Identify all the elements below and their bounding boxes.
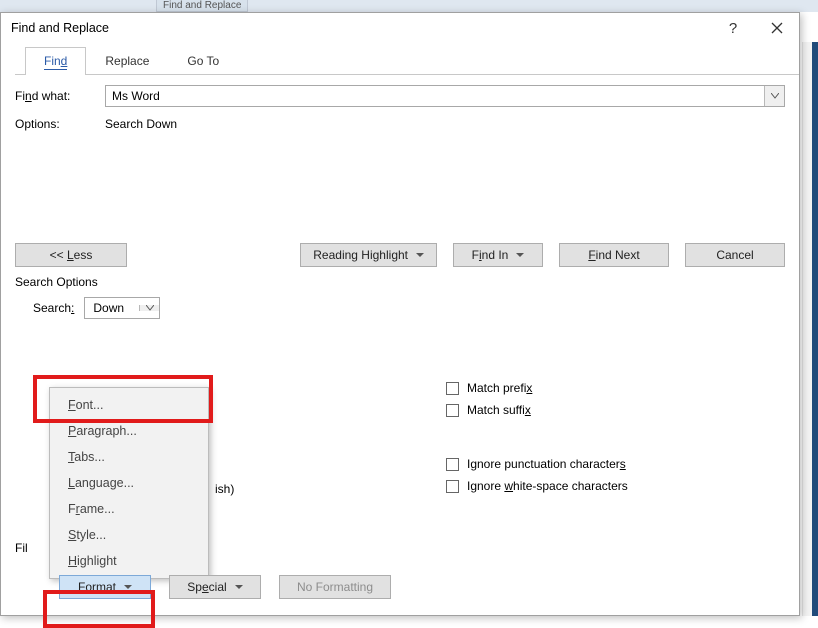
format-menu-frame[interactable]: Frame... (50, 496, 208, 522)
special-button[interactable]: Special (169, 575, 261, 599)
reading-highlight-button[interactable]: Reading Highlight (300, 243, 437, 267)
find-replace-dialog: Find and Replace ? Find Replace Go To Fi… (0, 12, 800, 616)
find-next-button[interactable]: Find Next (559, 243, 669, 267)
close-icon (771, 22, 783, 34)
match-suffix-label: Match suffix (467, 403, 531, 417)
caret-down-icon (516, 253, 524, 257)
help-button[interactable]: ? (711, 13, 755, 43)
parent-window-tab: Find and Replace (156, 0, 248, 12)
find-what-combobox[interactable] (105, 85, 785, 107)
tab-find[interactable]: Find (25, 47, 86, 75)
caret-down-icon (416, 253, 424, 257)
checkbox[interactable] (446, 382, 459, 395)
format-menu-highlight[interactable]: Highlight (50, 548, 208, 574)
find-section-label-fragment: Fil (15, 541, 28, 555)
find-what-dropdown[interactable] (764, 86, 784, 106)
no-formatting-button: No Formatting (279, 575, 391, 599)
less-button[interactable]: << Less (15, 243, 127, 267)
tab-replace[interactable]: Replace (86, 47, 168, 75)
search-direction-value: Down (85, 301, 139, 315)
parent-scrollbar[interactable] (802, 42, 812, 616)
bottom-button-row: Format Special No Formatting (15, 575, 391, 599)
tabstrip: Find Replace Go To (25, 47, 785, 75)
search-direction-dropdown[interactable] (139, 305, 159, 311)
parent-window-edge (812, 42, 818, 616)
checkbox[interactable] (446, 458, 459, 471)
ignore-ws-label: Ignore white-space characters (467, 479, 628, 493)
format-button[interactable]: Format (59, 575, 151, 599)
caret-down-icon (235, 585, 243, 589)
search-options-label: Search Options (15, 275, 785, 289)
format-menu: Font... Paragraph... Tabs... Language...… (49, 387, 209, 579)
format-menu-font[interactable]: Font... (50, 392, 208, 418)
right-checkbox-group: Match prefix Match suffix Ignore punctua… (446, 381, 628, 493)
find-what-input[interactable] (106, 86, 764, 106)
options-label: Options: (15, 117, 105, 131)
parent-window-strip (0, 0, 818, 12)
obscured-option-fragment: ish) (215, 482, 234, 496)
search-direction-label: Search: (33, 301, 74, 315)
action-button-row: << Less Reading Highlight Find In Find N… (15, 243, 785, 267)
search-direction-select[interactable]: Down (84, 297, 160, 319)
format-menu-style[interactable]: Style... (50, 522, 208, 548)
chevron-down-icon (146, 305, 154, 311)
format-menu-tabs[interactable]: Tabs... (50, 444, 208, 470)
help-icon: ? (729, 20, 737, 37)
cancel-button[interactable]: Cancel (685, 243, 785, 267)
chevron-down-icon (771, 93, 779, 99)
match-prefix-label: Match prefix (467, 381, 532, 395)
find-what-label: Find what: (15, 89, 105, 103)
caret-down-icon (124, 585, 132, 589)
format-menu-language[interactable]: Language... (50, 470, 208, 496)
dialog-title: Find and Replace (11, 21, 109, 35)
find-in-button[interactable]: Find In (453, 243, 543, 267)
ignore-punct-label: Ignore punctuation characters (467, 457, 626, 471)
options-value: Search Down (105, 117, 177, 131)
close-button[interactable] (755, 13, 799, 43)
titlebar: Find and Replace ? (1, 13, 799, 43)
checkbox[interactable] (446, 480, 459, 493)
checkbox[interactable] (446, 404, 459, 417)
format-menu-paragraph[interactable]: Paragraph... (50, 418, 208, 444)
tab-goto[interactable]: Go To (168, 47, 238, 75)
